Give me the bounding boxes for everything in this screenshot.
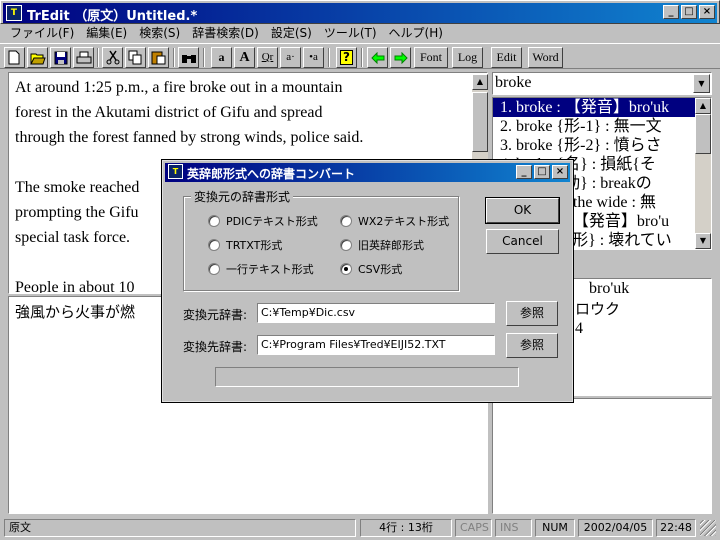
menu-bar: ファイル(F) 編集(E) 検索(S) 辞書検索(D) 設定(S) ツール(T)… (0, 22, 720, 42)
editor-line: forest in the Akutami district of Gifu a… (15, 104, 323, 121)
status-position: 4行 : 13桁 (360, 519, 452, 537)
cut-icon[interactable] (102, 47, 123, 68)
format-group-label: 変換元の辞書形式 (191, 188, 294, 205)
minimize-button[interactable]: _ (663, 5, 679, 19)
close-button[interactable]: × (699, 5, 715, 19)
print-icon[interactable] (73, 47, 94, 68)
scroll-up-icon[interactable]: ▲ (472, 74, 488, 90)
open-icon[interactable] (27, 47, 48, 68)
radio-dot-icon[interactable] (208, 215, 220, 227)
status-time: 22:48 (656, 519, 696, 537)
log-button[interactable]: Log (452, 47, 483, 68)
chevron-down-icon[interactable]: ▼ (693, 74, 710, 93)
status-num: NUM (535, 519, 575, 537)
paste-icon[interactable] (148, 47, 169, 68)
editor-line: through the forest fanned by strong wind… (15, 129, 364, 146)
font-button[interactable]: Font (414, 47, 448, 68)
ok-button[interactable]: OK (485, 197, 560, 224)
result-item[interactable]: 2. broke {形-1} : 無一文 (493, 117, 711, 136)
radio-dot-icon[interactable] (208, 239, 220, 251)
menu-search[interactable]: 検索(S) (133, 22, 186, 42)
toolbar: a A Qr a· •a ? Font Log Edit Word (0, 43, 720, 69)
save-icon[interactable] (50, 47, 71, 68)
source-dictionary-input[interactable]: C:¥Temp¥Dic.csv (257, 303, 495, 323)
radio-wx2[interactable]: WX2テキスト形式 (340, 213, 449, 229)
scroll-thumb[interactable] (472, 92, 488, 152)
menu-file[interactable]: ファイル(F) (4, 22, 80, 42)
convert-dictionary-dialog: T 英辞郎形式への辞書コンバート _ □ × 変換元の辞書形式 PDICテキスト… (161, 159, 574, 403)
dictionary-secondary-pane (492, 398, 712, 514)
radio-trtxt[interactable]: TRTXT形式 (208, 237, 282, 253)
radio-old-eijiro[interactable]: 旧英辞郎形式 (340, 237, 424, 253)
radio-one-line-text[interactable]: 一行テキスト形式 (208, 261, 314, 277)
radio-label: WX2テキスト形式 (358, 215, 450, 228)
app-icon[interactable]: T (6, 5, 22, 21)
dialog-title-bar[interactable]: T 英辞郎形式への辞書コンバート _ □ × (165, 163, 570, 182)
status-ins: INS (495, 519, 532, 537)
radio-label: TRTXT形式 (226, 239, 283, 252)
help-icon[interactable]: ? (336, 47, 357, 68)
editor-line: At around 1:25 p.m., a fire broke out in… (15, 79, 343, 96)
word-button[interactable]: Word (528, 47, 563, 68)
resize-grip-icon[interactable] (700, 520, 716, 536)
dialog-title: 英辞郎形式への辞書コンバート (187, 167, 356, 181)
menu-edit[interactable]: 編集(E) (80, 22, 133, 42)
scroll-down-icon[interactable]: ▼ (695, 233, 711, 249)
radio-pdic[interactable]: PDICテキスト形式 (208, 213, 318, 229)
dictionary-search-combo[interactable]: broke ▼ (492, 72, 712, 95)
menu-help[interactable]: ヘルプ(H) (383, 22, 449, 42)
new-icon[interactable] (4, 47, 25, 68)
edit-button[interactable]: Edit (491, 47, 522, 68)
radio-label: CSV形式 (358, 263, 403, 276)
accent-icon[interactable]: a· (280, 47, 301, 68)
dialog-app-icon: T (168, 164, 183, 179)
dialog-minimize-button[interactable]: _ (516, 165, 532, 179)
radio-dot-icon[interactable] (340, 215, 352, 227)
menu-tools[interactable]: ツール(T) (318, 22, 383, 42)
mark-icon[interactable]: •a (303, 47, 324, 68)
radio-label: 旧英辞郎形式 (358, 239, 424, 252)
menu-dictionary-search[interactable]: 辞書検索(D) (186, 22, 265, 42)
dictionary-search-input[interactable]: broke (495, 74, 531, 92)
scroll-up-icon[interactable]: ▲ (695, 98, 711, 114)
results-scrollbar[interactable]: ▲ ▼ (695, 98, 711, 249)
title-bar[interactable]: T TrEdit （原文）Untitled.* _ □ × (0, 0, 720, 24)
ruby-icon[interactable]: Qr (257, 47, 278, 68)
scroll-thumb[interactable] (695, 114, 711, 154)
dest-dictionary-label: 変換先辞書: (183, 340, 248, 354)
back-arrow-icon[interactable] (367, 47, 388, 68)
radio-label: PDICテキスト形式 (226, 215, 318, 228)
copy-icon[interactable] (125, 47, 146, 68)
dialog-maximize-button[interactable]: □ (534, 165, 550, 179)
conversion-progress-bar (215, 367, 519, 387)
dest-dictionary-input[interactable]: C:¥Program Files¥Tred¥EIJI52.TXT (257, 335, 495, 355)
menu-settings[interactable]: 設定(S) (265, 22, 318, 42)
radio-label: 一行テキスト形式 (226, 263, 314, 276)
status-date: 2002/04/05 (578, 519, 653, 537)
status-mode: 原文 (4, 519, 356, 537)
forward-arrow-icon[interactable] (390, 47, 411, 68)
cancel-button[interactable]: Cancel (486, 229, 559, 254)
result-item[interactable]: 1. broke : 【発音】bro'uk (493, 98, 711, 117)
dest-browse-button[interactable]: 参照 (506, 333, 558, 358)
source-browse-button[interactable]: 参照 (506, 301, 558, 326)
find-icon[interactable] (178, 47, 199, 68)
radio-dot-icon[interactable] (340, 239, 352, 251)
radio-dot-icon[interactable] (208, 263, 220, 275)
dialog-close-button[interactable]: × (552, 165, 568, 179)
result-item[interactable]: 3. broke {形-2} : 憤らさ (493, 136, 711, 155)
radio-csv[interactable]: CSV形式 (340, 261, 402, 277)
status-caps: CAPS (455, 519, 492, 537)
radio-dot-icon[interactable] (340, 263, 352, 275)
font-small-icon[interactable]: a (211, 47, 232, 68)
maximize-button[interactable]: □ (681, 5, 697, 19)
source-dictionary-label: 変換元辞書: (183, 308, 248, 322)
status-bar: 原文 4行 : 13桁 CAPS INS NUM 2002/04/05 22:4… (0, 516, 720, 540)
font-large-icon[interactable]: A (234, 47, 255, 68)
